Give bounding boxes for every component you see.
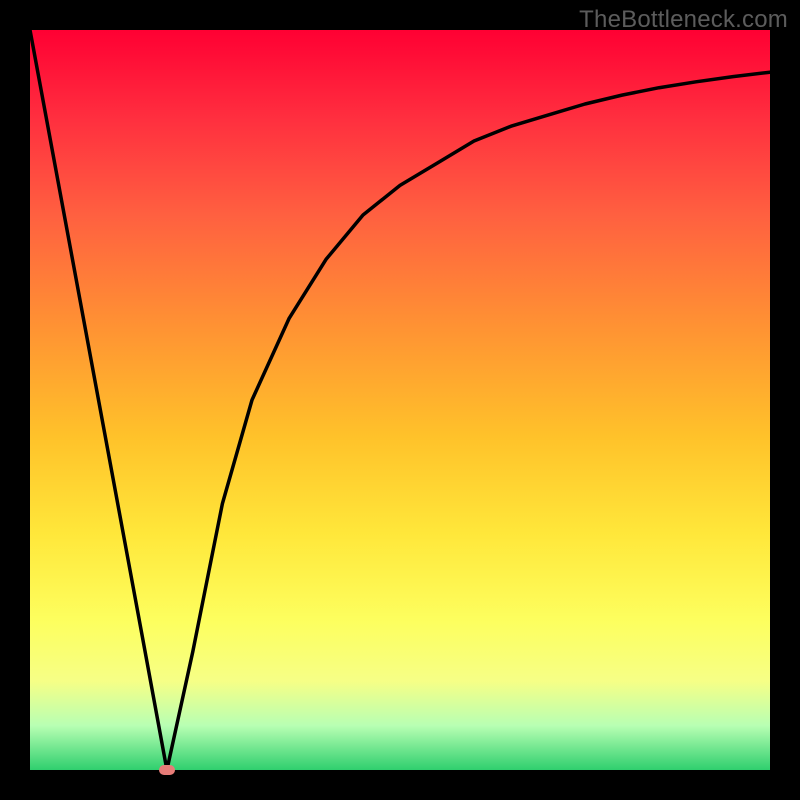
chart-frame: TheBottleneck.com bbox=[0, 0, 800, 800]
minimum-marker bbox=[159, 765, 175, 775]
bottleneck-curve bbox=[30, 30, 770, 770]
branding-text: TheBottleneck.com bbox=[579, 6, 788, 34]
chart-plot-area bbox=[30, 30, 770, 770]
